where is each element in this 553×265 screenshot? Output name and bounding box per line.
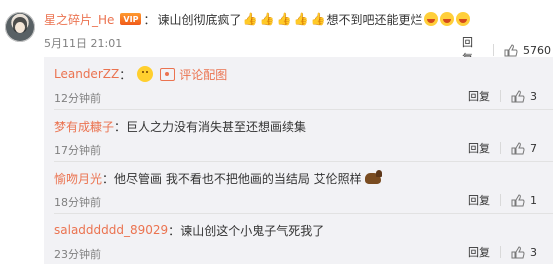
- reply-item: LeanderZZ ： 评论配图 12分钟前 回复 3: [44, 57, 553, 109]
- main-comment-text-after: 想不到吧还能更烂: [326, 12, 423, 27]
- reply-text-line: 愉吻月光 ： 他尽管画 我不看也不把他画的当结局 艾伦照样: [54, 169, 382, 187]
- reply-item: 愉吻月光 ： 他尽管画 我不看也不把他画的当结局 艾伦照样 18分钟前 回复 1: [44, 161, 553, 213]
- reply-text: 谏山创这个小鬼子气死我了: [180, 223, 325, 238]
- reply-text-line: LeanderZZ ： 评论配图: [54, 65, 227, 83]
- vip-badge: VIP: [120, 13, 142, 25]
- user-avatar[interactable]: [5, 12, 35, 42]
- comment-image-link[interactable]: 评论配图: [179, 66, 227, 83]
- reply-text-line: saladddddd_89029 ： 谏山创这个小鬼子气死我了: [54, 221, 324, 239]
- reply-actions: 回复 7: [468, 140, 537, 156]
- like-count: 3: [530, 245, 537, 259]
- thumb-like-icon[interactable]: [511, 89, 525, 103]
- reply-username[interactable]: 愉吻月光: [54, 170, 102, 187]
- thumb-like-icon[interactable]: [511, 245, 525, 259]
- reply-actions: 回复 1: [468, 192, 537, 208]
- main-comment-text-line: 星之碎片_He VIP ： 谏山创彻底疯了 👍 👍 👍 👍 👍 想不到吧还能更烂: [44, 10, 471, 28]
- reply-colon: ：: [119, 67, 132, 82]
- main-comment-username[interactable]: 星之碎片_He: [44, 11, 114, 28]
- reply-item: 梦有成糠子 ： 巨人之力没有消失甚至还想画续集 17分钟前 回复 7: [44, 109, 553, 161]
- thumbs-up-icon: 👍: [310, 11, 326, 26]
- avatar-face: [15, 22, 25, 33]
- action-divider: [493, 44, 494, 56]
- main-comment-time: 5月11日 21:01: [44, 37, 123, 50]
- reply-button[interactable]: 回复: [468, 244, 490, 260]
- reply-colon: ：: [114, 119, 127, 134]
- image-icon[interactable]: [160, 67, 176, 81]
- thumb-like-icon[interactable]: [511, 193, 525, 207]
- action-divider: [500, 142, 501, 154]
- reply-actions: 回复 3: [468, 88, 537, 104]
- thumb-like-icon[interactable]: [504, 43, 518, 57]
- smile-emoji-icon: [137, 66, 154, 82]
- like-count: 1: [530, 193, 537, 207]
- reply-text: 他尽管画 我不看也不把他画的当结局 艾伦照样: [114, 171, 362, 186]
- thumb-like-icon[interactable]: [511, 141, 525, 155]
- reply-text: 巨人之力没有消失甚至还想画续集: [126, 119, 307, 134]
- reply-username[interactable]: saladddddd_89029: [54, 223, 168, 237]
- action-divider: [500, 246, 501, 258]
- reply-colon: ：: [168, 223, 181, 238]
- reply-button[interactable]: 回复: [468, 140, 490, 156]
- reply-text-line: 梦有成糠子 ： 巨人之力没有消失甚至还想画续集: [54, 117, 306, 135]
- action-divider: [500, 90, 501, 102]
- thumbs-up-icon: 👍: [242, 11, 258, 26]
- thumbs-up-icon: 👍: [259, 11, 275, 26]
- reply-time: 23分钟前: [54, 248, 101, 261]
- thumbs-up-icon: 👍: [276, 11, 292, 26]
- reply-time: 17分钟前: [54, 144, 101, 157]
- horse-emoji-icon: [364, 169, 382, 184]
- main-comment-colon: ：: [143, 12, 156, 27]
- like-count: 3: [530, 89, 537, 103]
- laughing-emoji-icon: [439, 12, 454, 26]
- reply-colon: ：: [102, 171, 115, 186]
- reply-button[interactable]: 回复: [468, 88, 490, 104]
- reply-time: 18分钟前: [54, 196, 101, 209]
- main-comment: 星之碎片_He VIP ： 谏山创彻底疯了 👍 👍 👍 👍 👍 想不到吧还能更烂…: [0, 0, 553, 65]
- like-count: 7: [530, 141, 537, 155]
- like-count: 5760: [523, 43, 551, 57]
- thumbs-up-icon: 👍: [293, 11, 309, 26]
- reply-item: saladddddd_89029 ： 谏山创这个小鬼子气死我了 23分钟前 回复…: [44, 213, 553, 265]
- laughing-emoji-icon: [455, 12, 470, 26]
- reply-username[interactable]: LeanderZZ: [54, 67, 119, 81]
- reply-button[interactable]: 回复: [468, 192, 490, 208]
- reply-username[interactable]: 梦有成糠子: [54, 118, 114, 135]
- reply-time: 12分钟前: [54, 92, 101, 105]
- laughing-emoji-icon: [423, 12, 438, 26]
- main-comment-text: 谏山创彻底疯了: [157, 12, 242, 27]
- reply-actions: 回复 3: [468, 244, 537, 260]
- action-divider: [500, 194, 501, 206]
- reply-list: LeanderZZ ： 评论配图 12分钟前 回复 3 梦有成糠子 ： 巨人之力…: [44, 57, 553, 264]
